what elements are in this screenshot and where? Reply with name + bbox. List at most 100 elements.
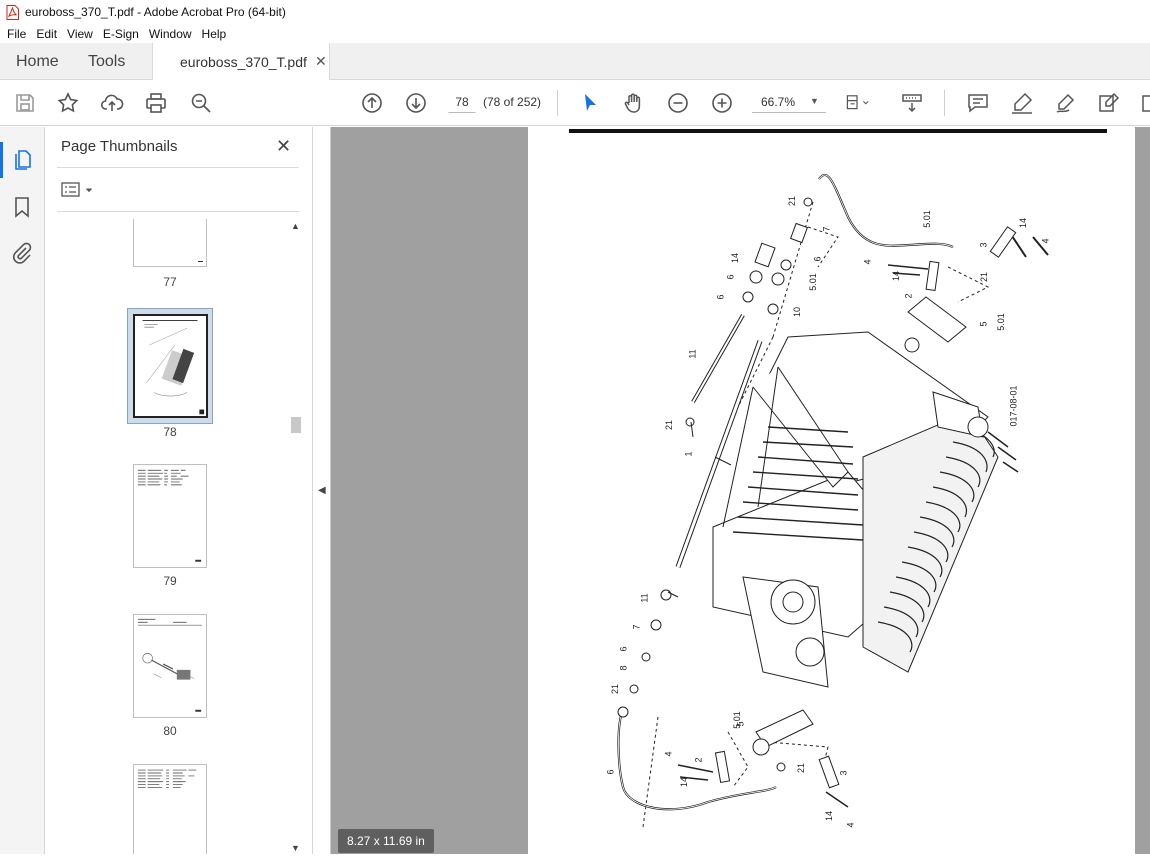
thumbnail-page[interactable]: [133, 219, 207, 267]
attachments-icon[interactable]: [10, 241, 34, 265]
hand-icon[interactable]: [622, 91, 646, 115]
more-tools-icon[interactable]: [1140, 91, 1150, 115]
menu-edit[interactable]: Edit: [31, 27, 62, 41]
callout: 6: [725, 274, 736, 280]
title-bar: euroboss_370_T.pdf - Adobe Acrobat Pro (…: [0, 0, 1150, 24]
callout: 6: [715, 294, 726, 300]
callout: 21: [610, 683, 621, 695]
thumbnail-page[interactable]: [133, 464, 207, 568]
bookmark-star-icon[interactable]: [56, 91, 80, 115]
zoom-out-icon[interactable]: [666, 91, 690, 115]
zoom-search-icon[interactable]: [189, 91, 213, 115]
tab-tools[interactable]: Tools: [88, 43, 125, 80]
page-down-icon[interactable]: [404, 91, 428, 115]
pdf-file-icon: [6, 4, 19, 20]
document-viewer[interactable]: ◀ 21 7 14 6 6 5.01 6 10 11 21 1 5.01 3 1…: [313, 127, 1150, 854]
page-size-badge: 8.27 x 11.69 in: [338, 829, 434, 853]
tab-bar: Home Tools euroboss_370_T.pdf ✕: [0, 43, 1150, 81]
page-up-icon[interactable]: [360, 91, 384, 115]
comment-icon[interactable]: [966, 91, 990, 115]
thumbnail-label: 77: [163, 275, 177, 289]
callout: 14: [679, 776, 690, 788]
callout: 21: [979, 271, 990, 283]
thumbnail-label: 80: [163, 724, 177, 738]
callout: 2: [903, 293, 914, 299]
callout: 10: [792, 306, 803, 318]
scroll-down-icon[interactable]: ▼: [291, 843, 300, 853]
menu-file[interactable]: File: [2, 27, 31, 41]
upload-icon[interactable]: [100, 91, 124, 115]
callout: 21: [664, 419, 675, 431]
scrollbar-thumb[interactable]: [291, 417, 301, 433]
callout: 14: [891, 270, 902, 282]
zoom-select[interactable]: 66.7% ▼: [752, 91, 826, 113]
callout: 14: [730, 252, 741, 264]
panel-title: Page Thumbnails: [61, 138, 178, 155]
thumbnail-page[interactable]: [133, 764, 207, 854]
callout: 8: [618, 665, 629, 671]
callout: 4: [663, 751, 674, 757]
callout: 4: [845, 822, 856, 828]
thumbnail-label: 78: [163, 425, 177, 439]
callout: 7: [631, 624, 642, 630]
fit-page-icon[interactable]: [845, 91, 869, 115]
callout: 5.01: [995, 313, 1006, 331]
tab-document[interactable]: euroboss_370_T.pdf ✕: [152, 43, 330, 81]
callout: 6: [605, 769, 616, 775]
close-panel-icon[interactable]: ✕: [276, 136, 291, 157]
tab-home[interactable]: Home: [16, 43, 59, 80]
highlight-icon[interactable]: [1010, 91, 1034, 115]
scroll-mode-icon[interactable]: [900, 91, 924, 115]
bookmarks-icon[interactable]: [10, 195, 34, 219]
menu-esign[interactable]: E-Sign: [98, 27, 144, 41]
callout: 3: [978, 242, 989, 248]
callout: 2: [693, 757, 704, 763]
thumbnail-page[interactable]: [133, 614, 207, 718]
close-tab-icon[interactable]: ✕: [315, 53, 327, 70]
toolbar-divider: [557, 90, 558, 116]
scroll-up-icon[interactable]: ▲: [291, 221, 300, 231]
callout: 6: [812, 256, 823, 262]
callout: 4: [1040, 238, 1051, 244]
callout: 3: [838, 770, 849, 776]
callout: 5: [735, 721, 746, 727]
save-icon[interactable]: [13, 91, 37, 115]
pdf-page: 21 7 14 6 6 5.01 6 10 11 21 1 5.01 3 14 …: [528, 127, 1135, 854]
panel-divider: [57, 211, 299, 212]
chevron-down-icon: ▼: [810, 96, 819, 106]
callout: 14: [1018, 217, 1029, 229]
tab-document-label: euroboss_370_T.pdf: [180, 54, 307, 70]
select-cursor-icon[interactable]: [578, 91, 602, 115]
page-thumbnails-icon[interactable]: [0, 142, 34, 178]
callout: 1: [683, 451, 694, 457]
sign-icon[interactable]: [1054, 91, 1078, 115]
callout: 5: [978, 321, 989, 327]
thumbnail-options-button[interactable]: [61, 181, 97, 199]
callout: 5.01: [921, 210, 932, 228]
callout: 21: [787, 195, 798, 207]
zoom-in-icon[interactable]: [710, 91, 734, 115]
callout: 11: [639, 593, 650, 603]
page-number-input[interactable]: [448, 91, 476, 113]
callout: 21: [796, 762, 807, 774]
thumbnails-scrollbar[interactable]: ▲ ▼: [290, 221, 302, 853]
window-title: euroboss_370_T.pdf - Adobe Acrobat Pro (…: [25, 5, 286, 19]
print-icon[interactable]: [144, 91, 168, 115]
callout: 5.01: [807, 273, 818, 291]
menu-window[interactable]: Window: [144, 27, 197, 41]
callout: 4: [862, 259, 873, 265]
thumbnail-page-selected[interactable]: [133, 314, 208, 418]
callout: 7: [821, 226, 832, 232]
callout: 11: [687, 349, 698, 359]
edit-pdf-icon[interactable]: [1097, 91, 1121, 115]
left-rail: [0, 127, 45, 854]
toolbar-divider: [944, 90, 945, 116]
thumbnail-label: 79: [163, 574, 177, 588]
menu-view[interactable]: View: [62, 27, 98, 41]
panel-divider: [57, 167, 299, 168]
page-count: (78 of 252): [483, 95, 542, 109]
drawing-code: 017-08-01: [1008, 385, 1019, 427]
collapse-panel-icon[interactable]: ◀: [318, 485, 326, 496]
menu-help[interactable]: Help: [197, 27, 232, 41]
part-callout-labels: 21 7 14 6 6 5.01 6 10 11 21 1 5.01 3 14 …: [528, 127, 1135, 854]
